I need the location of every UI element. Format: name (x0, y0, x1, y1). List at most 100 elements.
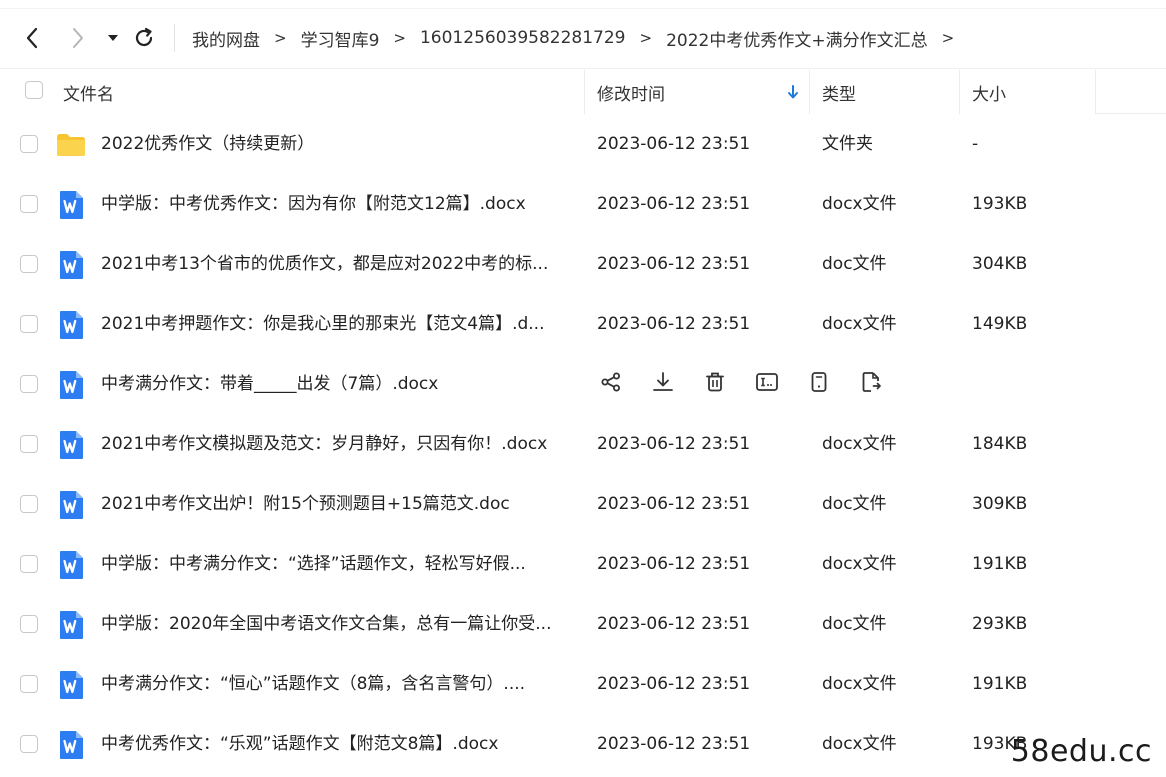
column-header-type[interactable]: 类型 (822, 70, 856, 114)
nav-divider (174, 24, 175, 52)
delete-icon (704, 371, 726, 397)
column-header-name[interactable]: 文件名 (63, 70, 114, 114)
row-checkbox[interactable] (20, 555, 38, 573)
file-type: docx文件 (822, 734, 897, 754)
modified-time: 2023-06-12 23:51 (597, 134, 751, 154)
file-name[interactable]: 2021中考13个省市的优质作文，都是应对2022中考的标... (101, 234, 548, 294)
file-size: - (972, 134, 979, 154)
modified-time: 2023-06-12 23:51 (597, 734, 751, 754)
refresh-icon (135, 27, 153, 47)
word-doc-icon (55, 309, 87, 341)
file-name[interactable]: 中考优秀作文：“乐观”话题作文【附范文8篇】.docx (101, 714, 498, 774)
column-divider[interactable] (809, 70, 810, 114)
breadcrumb: 我的网盘 > 学习智库9 > 1601256039582281729 > 202… (192, 24, 968, 52)
sort-descending-icon[interactable] (786, 70, 800, 114)
column-header-modified[interactable]: 修改时间 (597, 70, 665, 114)
select-all-checkbox[interactable] (25, 81, 43, 99)
modified-time: 2023-06-12 23:51 (597, 674, 751, 694)
file-row[interactable]: 2021中考作文模拟题及范文：岁月静好，只因有你！.docx 2023-06-12… (0, 414, 1166, 474)
watermark-text: 58edu.cc (1010, 734, 1152, 769)
file-name[interactable]: 中学版：中考满分作文：“选择”话题作文，轻松写好假... (101, 534, 526, 594)
row-checkbox[interactable] (20, 675, 38, 693)
file-row[interactable]: 中学版：中考优秀作文：因为有你【附范文12篇】.docx 2023-06-12 2… (0, 174, 1166, 234)
modified-time: 2023-06-12 23:51 (597, 494, 751, 514)
modified-time: 2023-06-12 23:51 (597, 194, 751, 214)
file-row[interactable]: 2021中考作文出炉！附15个预测题目+15篇范文.doc 2023-06-12 … (0, 474, 1166, 534)
back-button[interactable] (16, 22, 48, 54)
column-divider[interactable] (1095, 70, 1096, 114)
breadcrumb-item-root[interactable]: 我的网盘 (192, 26, 260, 51)
row-checkbox[interactable] (20, 195, 38, 213)
breadcrumb-item-current[interactable]: 2022中考优秀作文+满分作文汇总 (666, 26, 928, 51)
file-name[interactable]: 中考满分作文：带着_____出发（7篇）.docx (101, 354, 438, 414)
row-checkbox[interactable] (20, 255, 38, 273)
forward-button[interactable] (62, 22, 94, 54)
word-doc-icon (55, 189, 87, 221)
refresh-button[interactable] (128, 22, 160, 54)
chevron-right-icon (73, 28, 83, 48)
breadcrumb-item-library[interactable]: 学习智库9 (301, 26, 380, 51)
rename-button[interactable] (753, 370, 781, 398)
row-checkbox[interactable] (20, 735, 38, 753)
file-type: docx文件 (822, 194, 897, 214)
mobile-button[interactable] (805, 370, 833, 398)
modified-time: 2023-06-12 23:51 (597, 434, 751, 454)
word-doc-icon (55, 429, 87, 461)
column-divider[interactable] (584, 70, 585, 114)
folder-row[interactable]: 2022优秀作文（持续更新） 2023-06-12 23:51 文件夹 - (0, 114, 1166, 174)
download-button[interactable] (649, 370, 677, 398)
breadcrumb-separator: > (393, 29, 406, 47)
file-row[interactable]: 2021中考13个省市的优质作文，都是应对2022中考的标... 2023-06-… (0, 234, 1166, 294)
row-checkbox[interactable] (20, 615, 38, 633)
file-type: doc文件 (822, 494, 887, 514)
file-size: 193KB (972, 194, 1028, 214)
file-type: 文件夹 (822, 134, 873, 154)
mobile-icon (808, 371, 830, 397)
column-divider[interactable] (959, 70, 960, 114)
file-row[interactable]: 中学版：中考满分作文：“选择”话题作文，轻松写好假... 2023-06-12 2… (0, 534, 1166, 594)
move-icon (860, 371, 882, 397)
row-checkbox[interactable] (20, 375, 38, 393)
file-name[interactable]: 中考满分作文：“恒心”话题作文（8篇，含名言警句）.... (101, 654, 525, 714)
file-row[interactable]: 中考满分作文：“恒心”话题作文（8篇，含名言警句）.... 2023-06-12 … (0, 654, 1166, 714)
folder-icon (55, 129, 87, 161)
word-doc-icon (55, 249, 87, 281)
breadcrumb-separator: > (274, 29, 287, 47)
modified-time: 2023-06-12 23:51 (597, 314, 751, 334)
row-checkbox[interactable] (20, 435, 38, 453)
share-button[interactable] (597, 370, 625, 398)
caret-down-icon (108, 35, 118, 41)
file-type: docx文件 (822, 674, 897, 694)
history-dropdown-button[interactable] (98, 22, 128, 54)
file-type: docx文件 (822, 314, 897, 334)
word-doc-icon (55, 729, 87, 761)
move-button[interactable] (857, 370, 885, 398)
file-name[interactable]: 2021中考作文模拟题及范文：岁月静好，只因有你！.docx (101, 414, 547, 474)
delete-button[interactable] (701, 370, 729, 398)
breadcrumb-item-id-folder[interactable]: 1601256039582281729 (420, 28, 626, 48)
file-row[interactable]: 中学版：2020年全国中考语文作文合集，总有一篇让你受... 2023-06-12… (0, 594, 1166, 654)
file-type: docx文件 (822, 554, 897, 574)
file-size: 191KB (972, 674, 1028, 694)
file-row[interactable]: 中考满分作文：带着_____出发（7篇）.docx (0, 354, 1166, 414)
file-name[interactable]: 2022优秀作文（持续更新） (101, 114, 314, 174)
modified-time: 2023-06-12 23:51 (597, 614, 751, 634)
window-top-divider (0, 8, 1166, 9)
file-name[interactable]: 中学版：中考优秀作文：因为有你【附范文12篇】.docx (101, 174, 526, 234)
row-checkbox[interactable] (20, 495, 38, 513)
file-row[interactable]: 中考优秀作文：“乐观”话题作文【附范文8篇】.docx 2023-06-12 23… (0, 714, 1166, 774)
file-name[interactable]: 2021中考作文出炉！附15个预测题目+15篇范文.doc (101, 474, 510, 534)
file-name[interactable]: 中学版：2020年全国中考语文作文合集，总有一篇让你受... (101, 594, 551, 654)
file-row[interactable]: 2021中考押题作文：你是我心里的那束光【范文4篇】.d... 2023-06-1… (0, 294, 1166, 354)
file-size: 293KB (972, 614, 1028, 634)
row-checkbox[interactable] (20, 315, 38, 333)
modified-time: 2023-06-12 23:51 (597, 254, 751, 274)
file-size: 191KB (972, 554, 1028, 574)
column-header-size[interactable]: 大小 (972, 70, 1006, 114)
modified-time: 2023-06-12 23:51 (597, 554, 751, 574)
word-doc-icon (55, 549, 87, 581)
row-checkbox[interactable] (20, 135, 38, 153)
file-size: 149KB (972, 314, 1028, 334)
file-name[interactable]: 2021中考押题作文：你是我心里的那束光【范文4篇】.d... (101, 294, 545, 354)
breadcrumb-separator: > (941, 29, 955, 47)
